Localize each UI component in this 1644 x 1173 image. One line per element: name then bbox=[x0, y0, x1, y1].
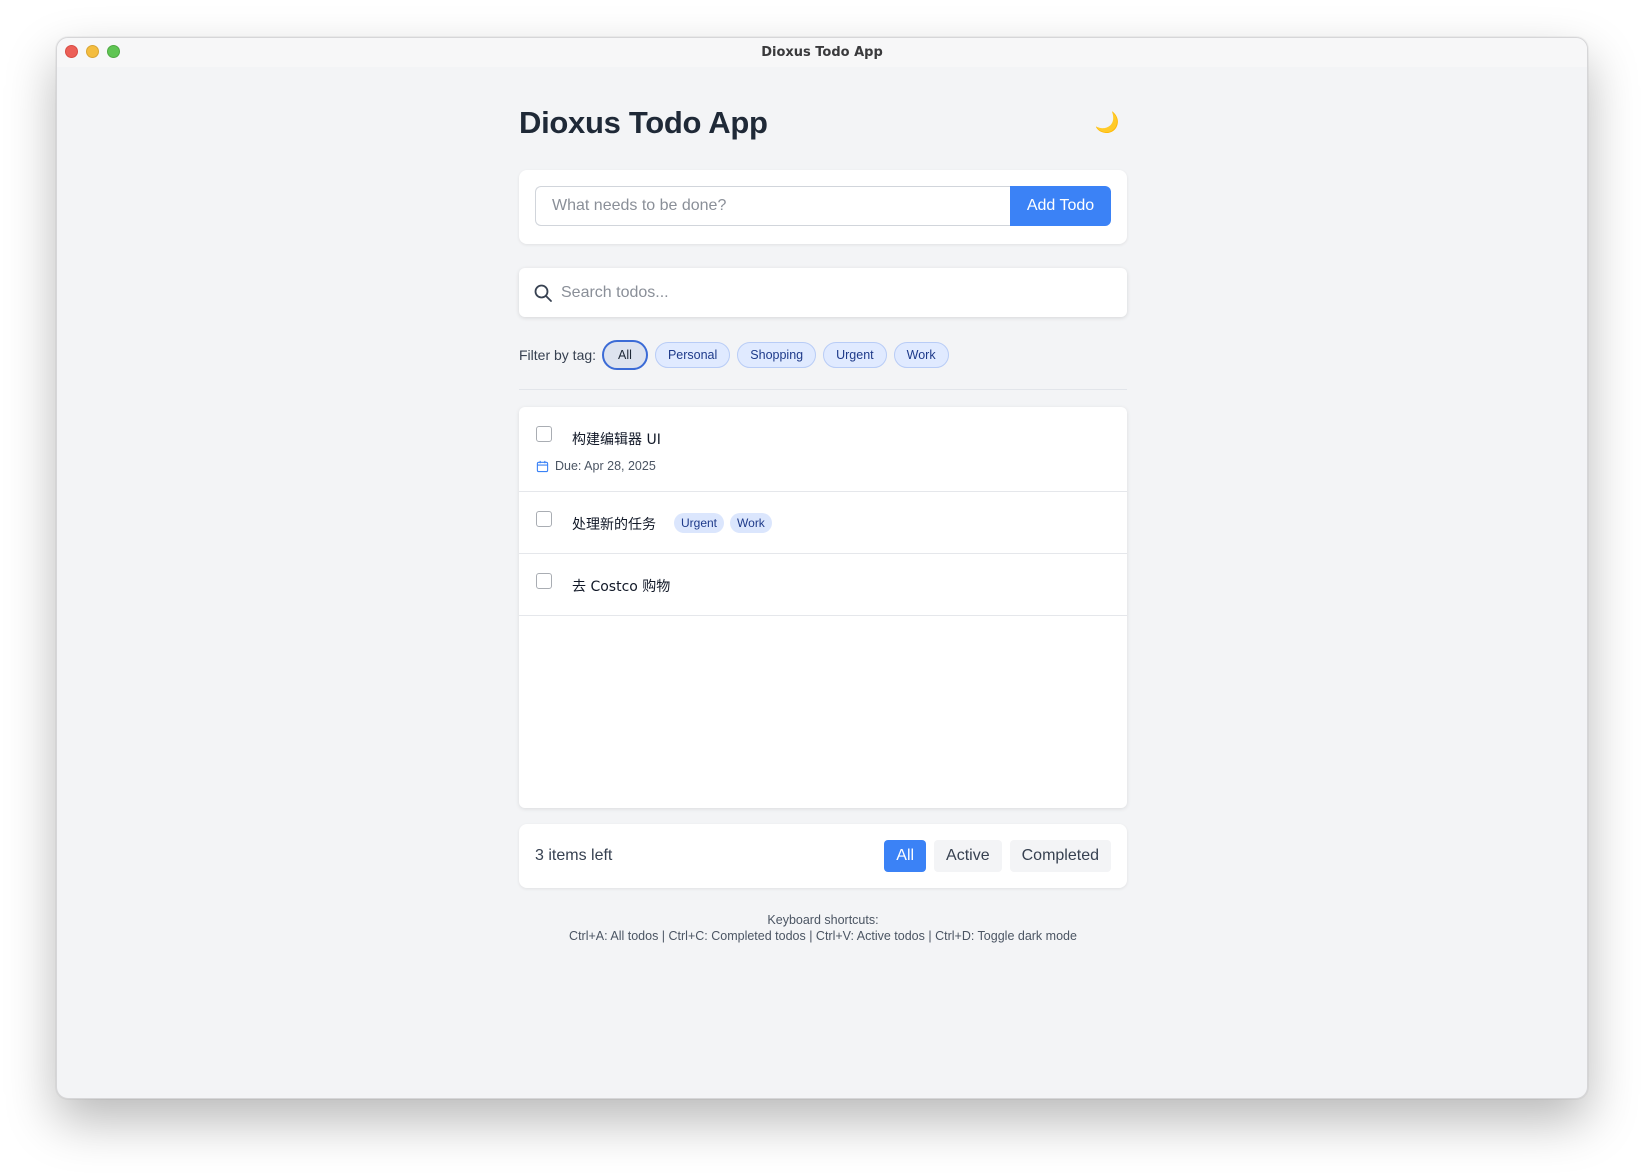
tag-filter-label: Filter by tag: bbox=[519, 347, 597, 363]
todo-item: 处理新的任务 Urgent Work bbox=[519, 492, 1127, 554]
window-title: Dioxus Todo App bbox=[761, 45, 883, 60]
close-window-button[interactable] bbox=[65, 45, 78, 58]
todo-list: 构建编辑器 UI Due: Apr 28, 2025 处理新的任务 Urgent bbox=[519, 407, 1127, 808]
tag-filter-all[interactable]: All bbox=[602, 340, 648, 370]
todo-text[interactable]: 构建编辑器 UI bbox=[572, 429, 661, 449]
minimize-window-button[interactable] bbox=[86, 45, 99, 58]
tag-filter-work[interactable]: Work bbox=[893, 342, 949, 368]
moon-icon: 🌙 bbox=[1094, 112, 1120, 134]
window-controls bbox=[65, 45, 120, 58]
filter-completed-button[interactable]: Completed bbox=[1009, 840, 1111, 872]
todo-item: 构建编辑器 UI Due: Apr 28, 2025 bbox=[519, 407, 1127, 492]
status-filter-group: All Active Completed bbox=[884, 840, 1111, 872]
filter-all-button[interactable]: All bbox=[884, 840, 927, 872]
title-bar: Dioxus Todo App bbox=[57, 38, 1587, 67]
search-input[interactable] bbox=[561, 283, 1113, 302]
todo-due-date: Due: Apr 28, 2025 bbox=[536, 459, 656, 473]
todo-checkbox[interactable] bbox=[536, 511, 552, 527]
todo-tag-work: Work bbox=[730, 513, 772, 533]
add-todo-form: Add Todo bbox=[519, 170, 1127, 244]
shortcuts-text: Ctrl+A: All todos | Ctrl+C: Completed to… bbox=[569, 929, 1077, 943]
todo-item: 去 Costco 购物 bbox=[519, 554, 1127, 616]
tag-filter-personal[interactable]: Personal bbox=[654, 342, 731, 368]
tag-filter-shopping[interactable]: Shopping bbox=[737, 342, 817, 368]
maximize-window-button[interactable] bbox=[107, 45, 120, 58]
filter-active-button[interactable]: Active bbox=[934, 840, 1002, 872]
todo-checkbox[interactable] bbox=[536, 426, 552, 442]
main-content: Dioxus Todo App 🌙 Add Todo Filter by tag… bbox=[519, 67, 1127, 944]
todo-checkbox[interactable] bbox=[536, 573, 552, 589]
todo-text[interactable]: 去 Costco 购物 bbox=[572, 576, 670, 596]
todo-tags: Urgent Work bbox=[674, 513, 772, 533]
new-todo-input[interactable] bbox=[535, 186, 1010, 226]
calendar-icon bbox=[536, 460, 549, 472]
app-window: Dioxus Todo App Dioxus Todo App 🌙 Add To… bbox=[56, 37, 1588, 1099]
shortcuts-title: Keyboard shortcuts: bbox=[767, 913, 879, 927]
todo-tag-urgent: Urgent bbox=[674, 513, 725, 533]
todo-text[interactable]: 处理新的任务 bbox=[572, 514, 656, 534]
tag-filter-urgent[interactable]: Urgent bbox=[823, 342, 887, 368]
add-todo-button[interactable]: Add Todo bbox=[1010, 186, 1111, 226]
due-date-text: Due: Apr 28, 2025 bbox=[555, 459, 656, 473]
tag-filter-bar: Filter by tag: All Personal Shopping Urg… bbox=[519, 339, 1127, 371]
header: Dioxus Todo App 🌙 bbox=[519, 67, 1127, 170]
keyboard-shortcuts-help: Keyboard shortcuts: Ctrl+A: All todos | … bbox=[519, 912, 1127, 944]
search-bar bbox=[519, 268, 1127, 317]
items-left-count: 3 items left bbox=[535, 847, 613, 864]
search-icon bbox=[534, 284, 552, 302]
dark-mode-toggle-button[interactable]: 🌙 bbox=[1087, 103, 1127, 143]
page-title: Dioxus Todo App bbox=[519, 104, 768, 140]
todo-footer: 3 items left All Active Completed bbox=[519, 824, 1127, 888]
divider bbox=[519, 389, 1127, 390]
